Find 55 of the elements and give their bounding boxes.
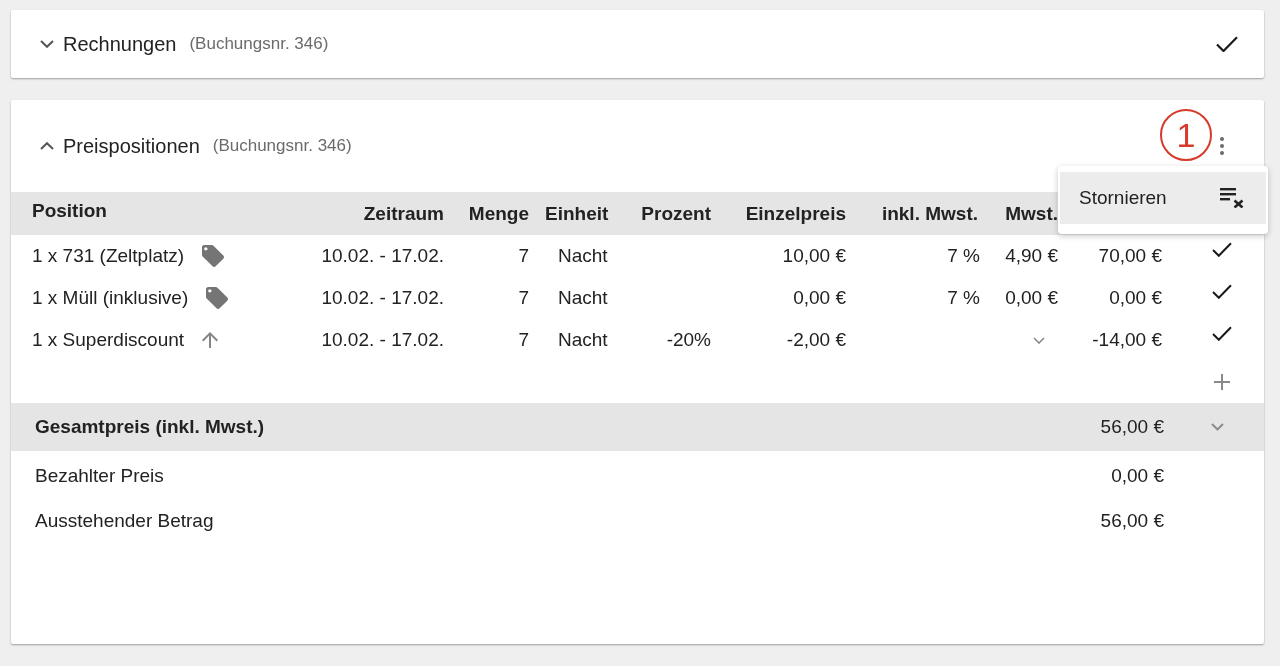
booking-number: (Buchungsnr. 346) [189, 34, 329, 54]
unit-price-text: 10,00 € [782, 245, 846, 267]
summary-label: Bezahlter Preis [35, 464, 164, 487]
total-amount: 56,00 € [1100, 416, 1164, 438]
unit-text: Nacht [558, 329, 608, 351]
unit-price-text: -2,00 € [786, 329, 846, 351]
panel-title[interactable]: Preispositionen [63, 134, 200, 158]
total-label: Gesamtpreis (inkl. Mwst.) [35, 416, 265, 438]
vat-rate-text: 7 % [947, 245, 980, 267]
column-header: Zeitraum [363, 202, 444, 225]
position-text: 1 x Müll (inklusive) [32, 287, 189, 309]
vat-amount-text: 4,90 € [1005, 245, 1058, 267]
menu-item[interactable]: Stornieren [1060, 172, 1266, 224]
chevron-down-icon[interactable] [40, 40, 54, 48]
summary-amount: 56,00 € [1100, 509, 1164, 532]
unit-text: Nacht [558, 245, 608, 267]
column-header: Mwst. [1005, 202, 1058, 225]
check-icon[interactable] [1212, 284, 1232, 299]
period-text: 10.02. - 17.02. [321, 245, 444, 267]
clear-list-icon [1220, 188, 1244, 208]
column-header: inkl. Mwst. [881, 202, 978, 225]
more-options-icon[interactable] [1220, 137, 1224, 155]
line-total-text: 70,00 € [1098, 245, 1162, 267]
position-text: 1 x 731 (Zeltplatz) [32, 245, 185, 267]
unit-price-text: 0,00 € [793, 287, 846, 309]
panel-title[interactable]: Rechnungen [63, 32, 177, 56]
chevron-down-icon[interactable] [1033, 336, 1045, 344]
unit-text: Nacht [558, 287, 608, 309]
summary-label: Ausstehender Betrag [35, 509, 214, 532]
annotation-marker: 1 [1160, 109, 1212, 161]
check-icon[interactable] [1212, 242, 1232, 257]
arrow-up-icon[interactable] [202, 332, 219, 348]
summary-amount: 0,00 € [1111, 464, 1164, 487]
tag-icon[interactable] [202, 245, 225, 267]
quantity-text: 7 [518, 245, 529, 267]
chevron-up-icon[interactable] [40, 142, 54, 150]
line-total-text: -14,00 € [1092, 329, 1162, 351]
position-text: 1 x Superdiscount [32, 329, 185, 351]
tag-icon[interactable] [206, 287, 229, 309]
quantity-text: 7 [518, 329, 529, 351]
vat-amount-text: 0,00 € [1005, 287, 1058, 309]
period-text: 10.02. - 17.02. [321, 329, 444, 351]
vat-rate-text: 7 % [947, 287, 980, 309]
booking-number: (Buchungsnr. 346) [212, 136, 352, 156]
column-header: Position [32, 199, 107, 222]
column-header: Menge [468, 202, 529, 225]
plus-icon[interactable] [1214, 374, 1230, 390]
period-text: 10.02. - 17.02. [321, 287, 444, 309]
quantity-text: 7 [518, 287, 529, 309]
column-header: Einzelpreis [745, 202, 846, 225]
check-icon[interactable] [1212, 326, 1232, 341]
column-header: Prozent [641, 202, 711, 225]
line-total-text: 0,00 € [1109, 287, 1162, 309]
column-header: Einheit [545, 202, 609, 225]
percent-text: -20% [666, 329, 711, 351]
